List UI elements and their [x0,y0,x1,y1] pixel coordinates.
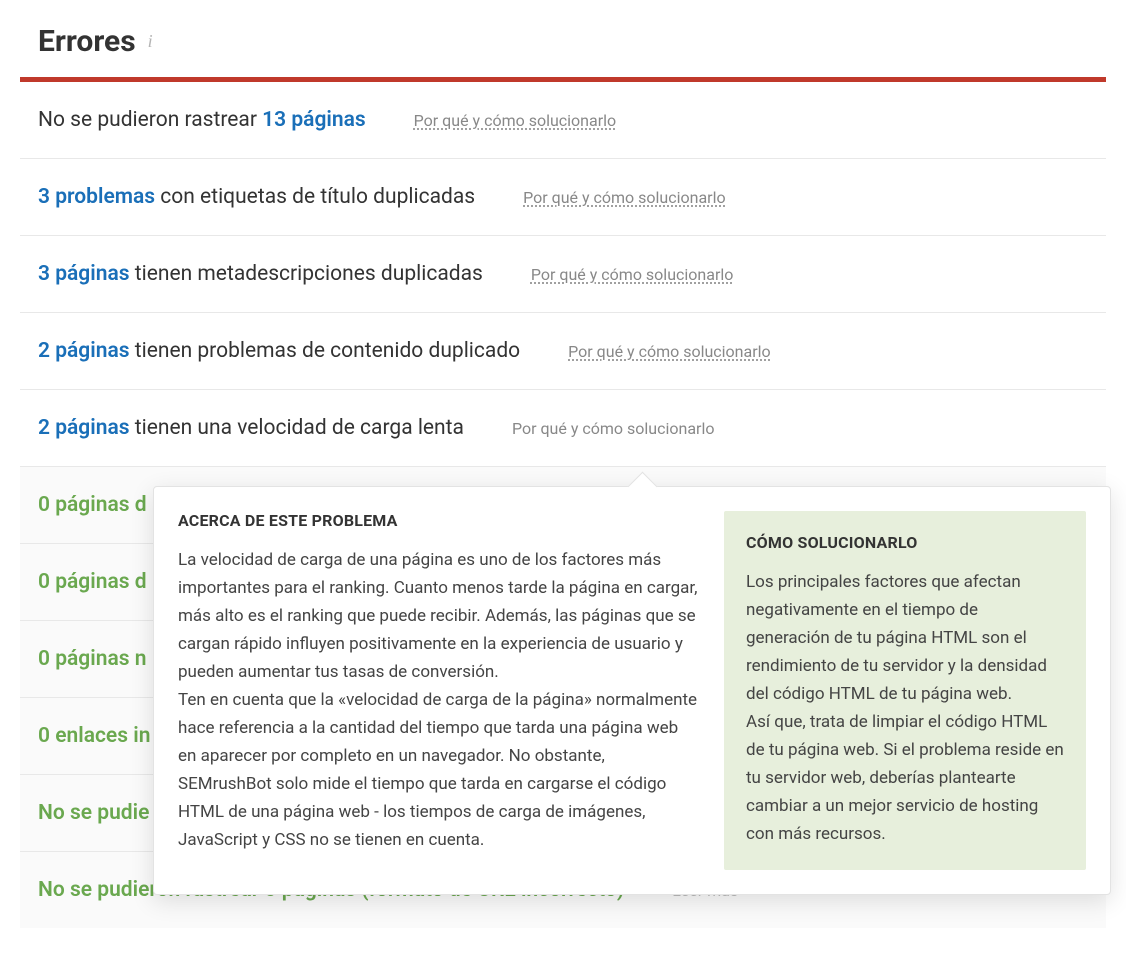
issue-text: 3 páginas tienen metadescripciones dupli… [38,262,483,286]
page-title: Errores [38,24,136,59]
issue-count-link[interactable]: 3 páginas [38,262,130,286]
issue-row-active[interactable]: 2 páginas tienen una velocidad de carga … [20,390,1106,467]
info-icon[interactable]: i [148,31,153,52]
issue-text-zero: 0 páginas d [38,570,147,594]
issue-text: 3 problemas con etiquetas de título dupl… [38,185,475,209]
issue-count-link[interactable]: 2 páginas [38,416,130,440]
why-how-link[interactable]: Por qué y cómo solucionarlo [512,419,715,438]
issue-text: 2 páginas tienen una velocidad de carga … [38,416,464,440]
tooltip-about-section: ACERCA DE ESTE PROBLEMA La velocidad de … [178,511,700,870]
why-how-link[interactable]: Por qué y cómo solucionarlo [531,265,734,284]
issue-count-link[interactable]: 2 páginas [38,339,130,363]
tooltip-about-text: La velocidad de carga de una página es u… [178,546,700,855]
issue-count-link[interactable]: 3 problemas [38,185,155,209]
issue-text-zero: 0 enlaces in [38,724,150,748]
why-how-link[interactable]: Por qué y cómo solucionarlo [568,342,771,361]
tooltip-fix-text: Los principales factores que afectan neg… [746,568,1064,848]
issue-row[interactable]: 2 páginas tienen problemas de contenido … [20,313,1106,390]
issue-count-link[interactable]: 13 páginas [262,108,366,132]
issue-text-zero: 0 páginas n [38,647,146,671]
why-how-link[interactable]: Por qué y cómo solucionarlo [414,111,617,130]
issue-text: 2 páginas tienen problemas de contenido … [38,339,520,363]
tooltip-about-title: ACERCA DE ESTE PROBLEMA [178,511,700,530]
panel-header: Errores i [20,24,1106,59]
issue-row[interactable]: No se pudieron rastrear 13 páginas Por q… [20,82,1106,159]
issue-row[interactable]: 3 páginas tienen metadescripciones dupli… [20,236,1106,313]
issue-text-zero: 0 páginas d [38,493,147,517]
issue-text: No se pudieron rastrear 13 páginas [38,108,366,132]
issue-explanation-tooltip: ACERCA DE ESTE PROBLEMA La velocidad de … [153,486,1111,895]
tooltip-fix-section: CÓMO SOLUCIONARLO Los principales factor… [724,511,1086,870]
why-how-link[interactable]: Por qué y cómo solucionarlo [523,188,726,207]
tooltip-fix-title: CÓMO SOLUCIONARLO [746,533,1064,552]
issue-row[interactable]: 3 problemas con etiquetas de título dupl… [20,159,1106,236]
issue-text-zero: No se pudie [38,801,149,825]
